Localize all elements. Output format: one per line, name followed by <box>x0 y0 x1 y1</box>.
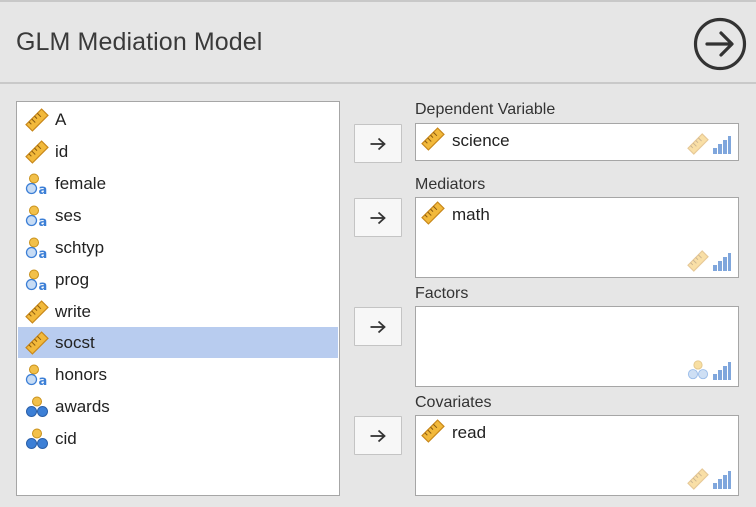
move-to-factors-button[interactable] <box>354 307 402 346</box>
variable-row-schtyp[interactable]: a schtyp <box>18 232 338 263</box>
nominal-type-hint-icon <box>687 360 709 380</box>
svg-text:a: a <box>39 247 48 260</box>
variable-row-socst[interactable]: socst <box>18 327 338 358</box>
arrow-right-icon <box>370 320 386 333</box>
mediators-label: Mediators <box>415 176 486 193</box>
covariates-box[interactable]: read <box>415 415 739 496</box>
nominal-variable-icon <box>24 426 50 452</box>
variable-name: id <box>55 141 69 161</box>
accepted-types-hint <box>687 250 732 272</box>
variable-name: female <box>55 173 107 193</box>
assigned-variable-read[interactable]: read <box>421 418 487 448</box>
run-button[interactable] <box>693 17 747 71</box>
variable-row-honors[interactable]: a honors <box>18 359 338 390</box>
variable-row-ses[interactable]: a ses <box>18 200 338 231</box>
header-top-border <box>0 0 756 2</box>
arrow-right-circle-icon[interactable] <box>693 17 747 71</box>
variable-row-id[interactable]: id <box>18 136 338 167</box>
accepted-types-hint <box>687 133 732 155</box>
variable-name: science <box>452 131 510 150</box>
svg-text:a: a <box>39 374 48 387</box>
variable-name: cid <box>55 428 77 448</box>
continuous-variable-icon <box>421 418 445 448</box>
ordinal-type-hint-icon <box>713 471 731 489</box>
header-divider <box>0 82 756 84</box>
nominal-variable-icon <box>24 394 50 420</box>
variable-name: prog <box>55 269 90 289</box>
variable-row-write[interactable]: write <box>18 296 338 327</box>
continuous-variable-icon <box>24 107 50 133</box>
continuous-type-hint-icon <box>687 133 709 155</box>
continuous-variable-icon <box>421 126 445 156</box>
arrow-right-icon <box>370 137 386 150</box>
arrow-right-icon <box>370 429 386 442</box>
variable-name: ses <box>55 205 82 225</box>
page-title: GLM Mediation Model <box>16 28 263 56</box>
arrow-right-icon <box>370 211 386 224</box>
ordinal-type-hint-icon <box>713 253 731 271</box>
move-to-covariates-button[interactable] <box>354 416 402 455</box>
factors-box[interactable] <box>415 306 739 387</box>
variable-name: honors <box>55 364 107 384</box>
move-to-mediators-button[interactable] <box>354 198 402 237</box>
svg-text:a: a <box>39 183 48 196</box>
variable-name: schtyp <box>55 237 105 257</box>
covariates-label: Covariates <box>415 394 492 411</box>
header: GLM Mediation Model <box>0 0 756 84</box>
continuous-variable-icon <box>24 299 50 325</box>
nominal-text-variable-icon: a <box>24 235 50 261</box>
accepted-types-hint <box>687 468 732 490</box>
factors-label: Factors <box>415 285 469 302</box>
continuous-type-hint-icon <box>687 468 709 490</box>
variable-list[interactable]: A id a female a ses a schtyp a prog writ… <box>16 101 340 496</box>
nominal-text-variable-icon: a <box>24 203 50 229</box>
svg-text:a: a <box>39 215 48 228</box>
variable-name: awards <box>55 396 110 416</box>
variable-name: math <box>452 205 490 224</box>
dependent-variable-label: Dependent Variable <box>415 101 556 118</box>
variable-row-female[interactable]: a female <box>18 168 338 199</box>
dependent-variable-box[interactable]: science <box>415 123 739 161</box>
variable-row-prog[interactable]: a prog <box>18 264 338 295</box>
accepted-types-hint <box>687 359 732 381</box>
move-to-dependent-button[interactable] <box>354 124 402 163</box>
continuous-variable-icon <box>24 330 50 356</box>
ordinal-type-hint-icon <box>713 362 731 380</box>
variable-name: write <box>55 301 91 321</box>
svg-text:a: a <box>39 279 48 292</box>
variable-name: socst <box>55 332 95 352</box>
mediators-box[interactable]: math <box>415 197 739 278</box>
variable-name: read <box>452 423 487 442</box>
nominal-text-variable-icon: a <box>24 171 50 197</box>
variable-name: A <box>55 109 67 129</box>
assigned-variable-math[interactable]: math <box>421 200 490 230</box>
continuous-type-hint-icon <box>687 250 709 272</box>
ordinal-type-hint-icon <box>713 136 731 154</box>
continuous-variable-icon <box>421 200 445 230</box>
nominal-text-variable-icon: a <box>24 267 50 293</box>
assigned-variable-science[interactable]: science <box>421 126 510 156</box>
nominal-text-variable-icon: a <box>24 362 50 388</box>
variable-row-cid[interactable]: cid <box>18 423 338 454</box>
variable-row-awards[interactable]: awards <box>18 391 338 422</box>
variable-row-A[interactable]: A <box>18 104 338 135</box>
continuous-variable-icon <box>24 139 50 165</box>
